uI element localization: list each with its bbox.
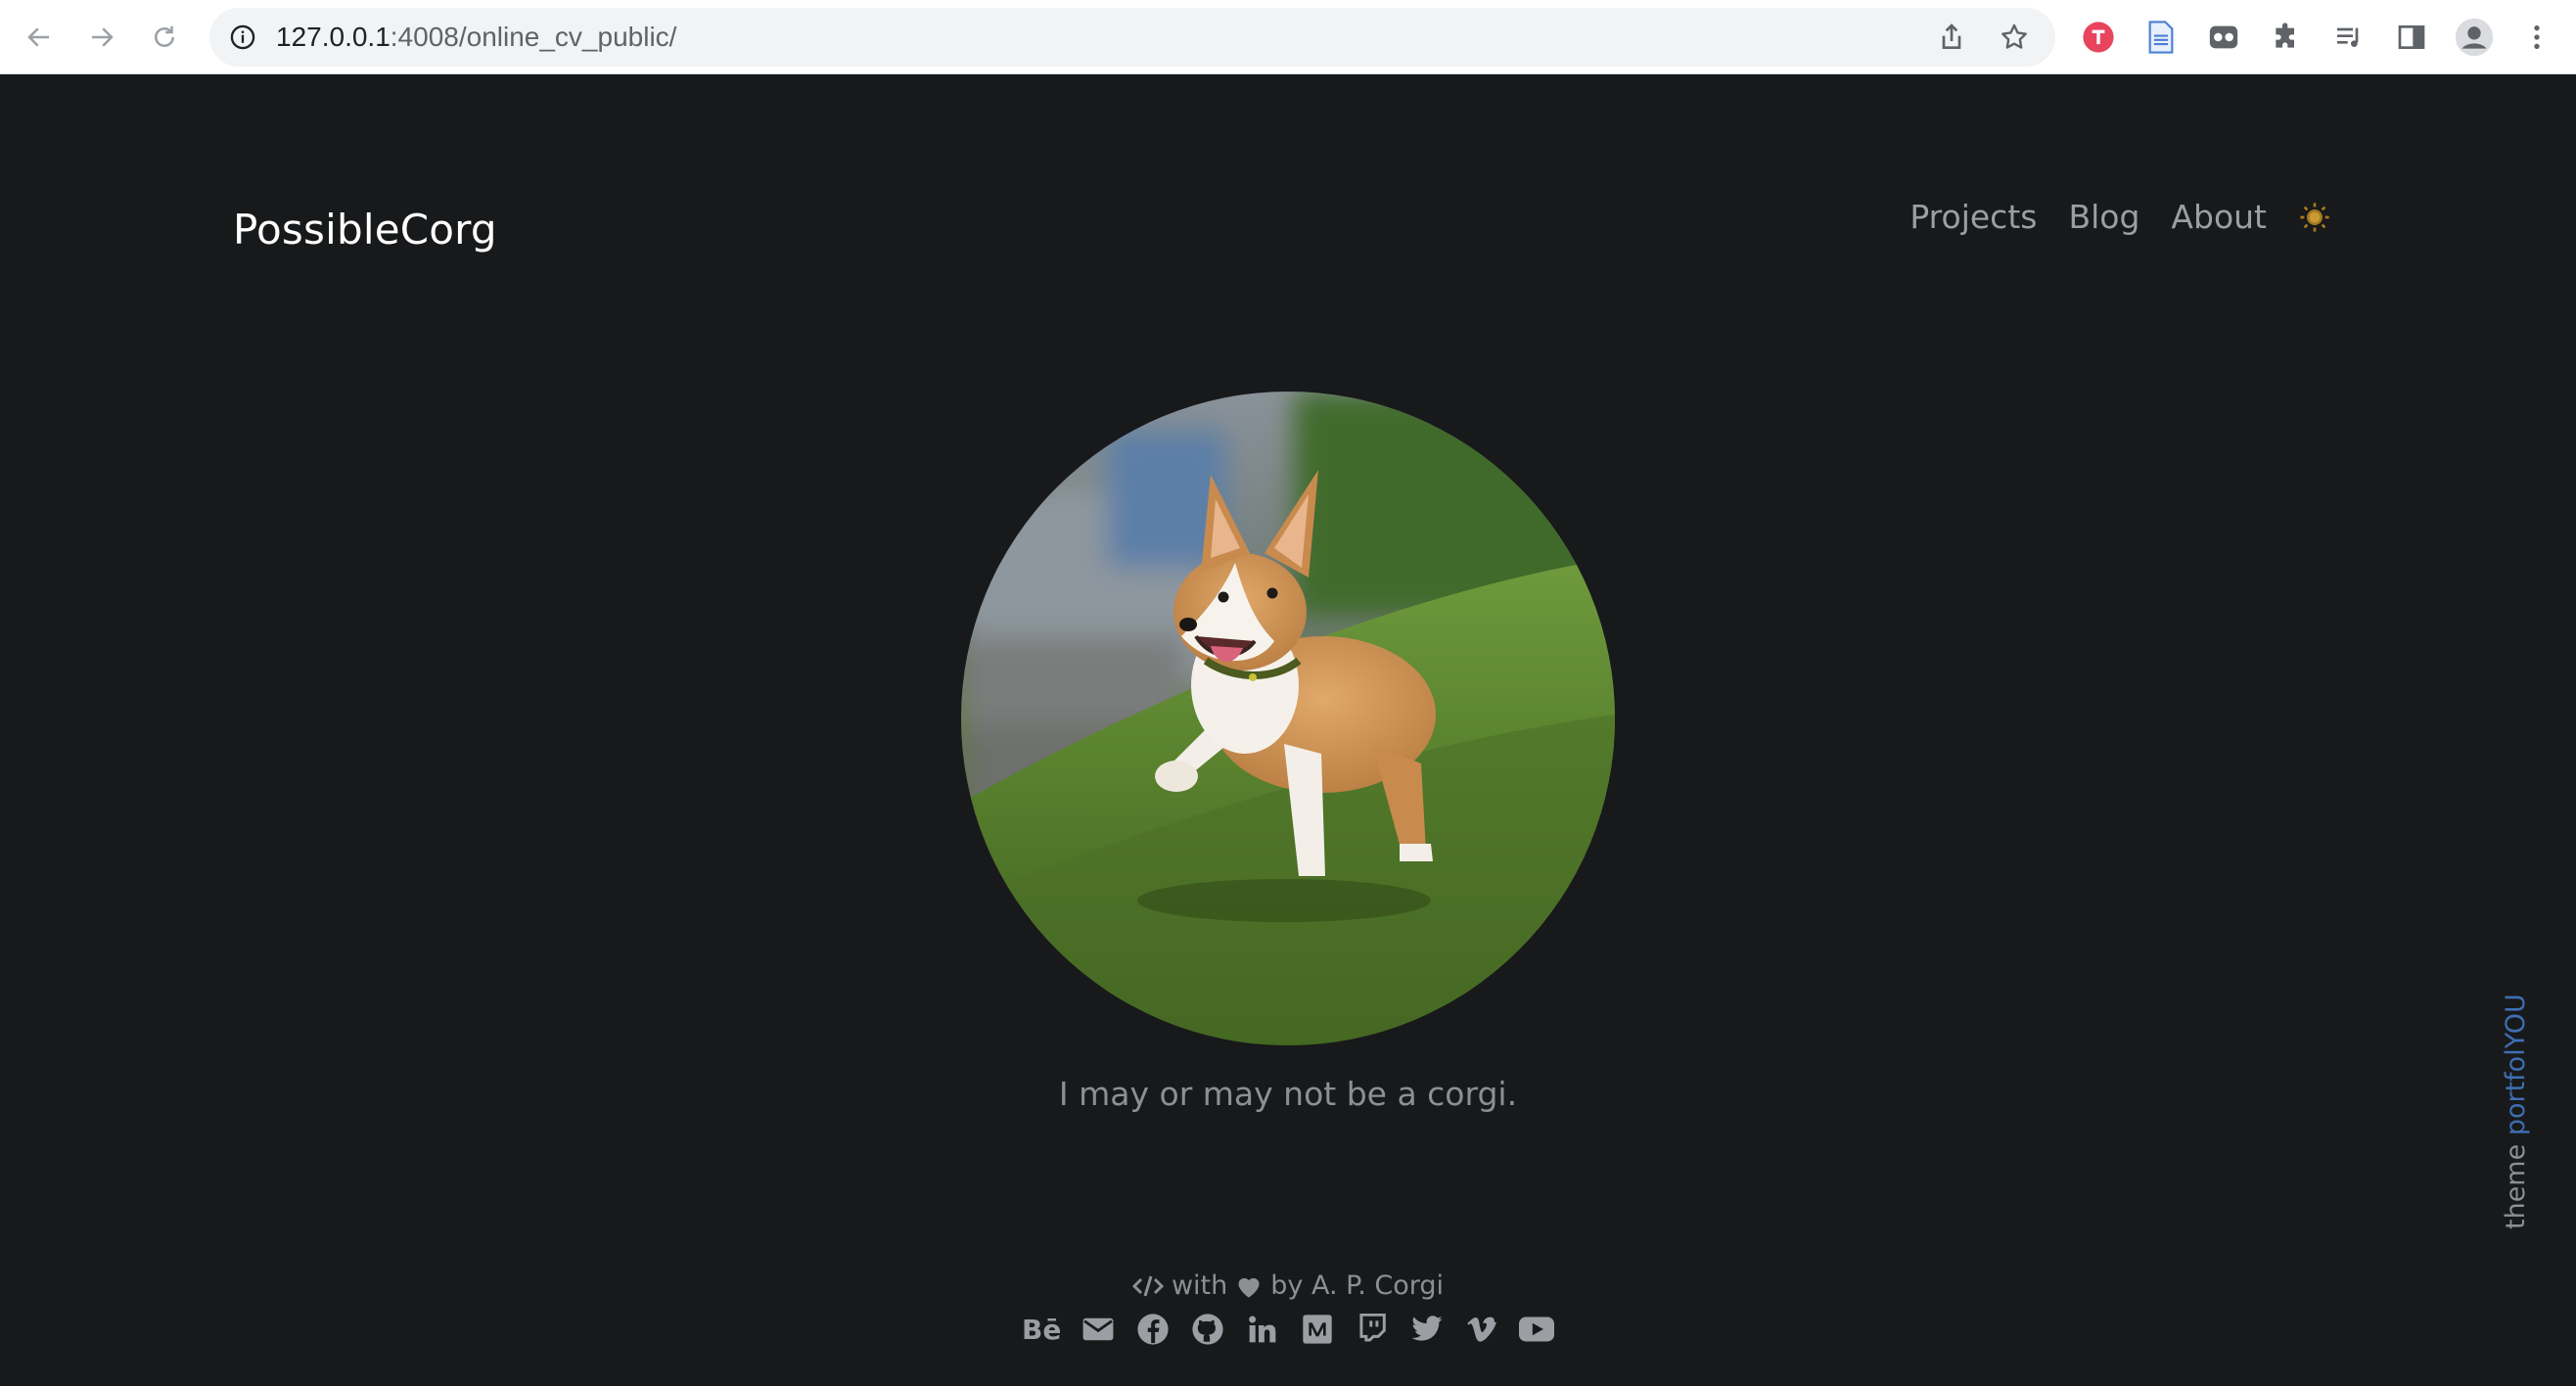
extension-red-icon[interactable]: [2079, 18, 2118, 57]
web-page: PossibleCorg Projects Blog About I may o…: [0, 74, 2576, 1386]
behance-icon[interactable]: Bē: [1022, 1312, 1061, 1347]
theme-credit-prefix: theme: [2501, 1143, 2531, 1229]
site-brand[interactable]: PossibleCorg: [233, 206, 497, 254]
extensions-puzzle-icon[interactable]: [2267, 18, 2306, 57]
theme-credit-link[interactable]: portfolYOU: [2501, 993, 2531, 1135]
footer-by: by A. P. Corgi: [1270, 1270, 1445, 1301]
back-button[interactable]: [22, 20, 57, 55]
address-bar[interactable]: 127.0.0.1:4008/online_cv_public/: [209, 8, 2055, 67]
footer-credit: with by A. P. Corgi: [0, 1270, 2576, 1301]
nav-projects[interactable]: Projects: [1909, 198, 2037, 236]
twitch-icon[interactable]: [1355, 1312, 1390, 1347]
email-icon[interactable]: [1081, 1312, 1116, 1347]
linkedin-icon[interactable]: [1245, 1312, 1280, 1347]
profile-avatar-icon[interactable]: [2455, 18, 2494, 57]
corgi-photo: [961, 392, 1615, 1045]
code-icon: [1131, 1275, 1164, 1296]
site-nav: Projects Blog About: [1909, 198, 2331, 236]
url-host: 127.0.0.1: [276, 22, 391, 52]
profile-photo: [961, 392, 1615, 1045]
theme-toggle-button[interactable]: [2298, 201, 2331, 234]
nav-blog[interactable]: Blog: [2068, 198, 2139, 236]
nav-about[interactable]: About: [2171, 198, 2267, 236]
github-icon[interactable]: [1190, 1312, 1225, 1347]
address-url[interactable]: 127.0.0.1:4008/online_cv_public/: [276, 8, 676, 67]
media-queue-icon[interactable]: [2329, 18, 2369, 57]
browser-toolbar: 127.0.0.1:4008/online_cv_public/: [0, 0, 2576, 74]
medium-icon[interactable]: [1300, 1312, 1335, 1347]
extension-docs-icon[interactable]: [2141, 18, 2181, 57]
reload-icon: [155, 25, 174, 47]
facebook-icon[interactable]: [1135, 1312, 1171, 1347]
site-info-icon[interactable]: [229, 23, 256, 51]
bookmark-star-icon[interactable]: [1999, 22, 2030, 53]
social-links: Bē: [1022, 1312, 1555, 1347]
footer-with: with: [1171, 1270, 1228, 1301]
vimeo-icon[interactable]: [1464, 1312, 1499, 1347]
sun-icon: [2300, 202, 2329, 232]
tagline: I may or may not be a corgi.: [1058, 1075, 1518, 1113]
browser-menu-icon[interactable]: [2517, 18, 2556, 57]
forward-button[interactable]: [84, 20, 119, 55]
extension-mask-icon[interactable]: [2204, 18, 2243, 57]
arrow-right-icon: [92, 27, 114, 47]
theme-credit: theme portfolYOU: [2501, 993, 2531, 1229]
url-path: :4008/online_cv_public/: [390, 22, 677, 52]
twitter-icon[interactable]: [1409, 1312, 1445, 1347]
side-panel-icon[interactable]: [2392, 18, 2431, 57]
arrow-left-icon: [27, 27, 49, 47]
reload-button[interactable]: [147, 20, 182, 55]
share-icon[interactable]: [1936, 22, 1967, 53]
heart-icon: [1238, 1277, 1260, 1298]
youtube-icon[interactable]: [1519, 1312, 1555, 1347]
